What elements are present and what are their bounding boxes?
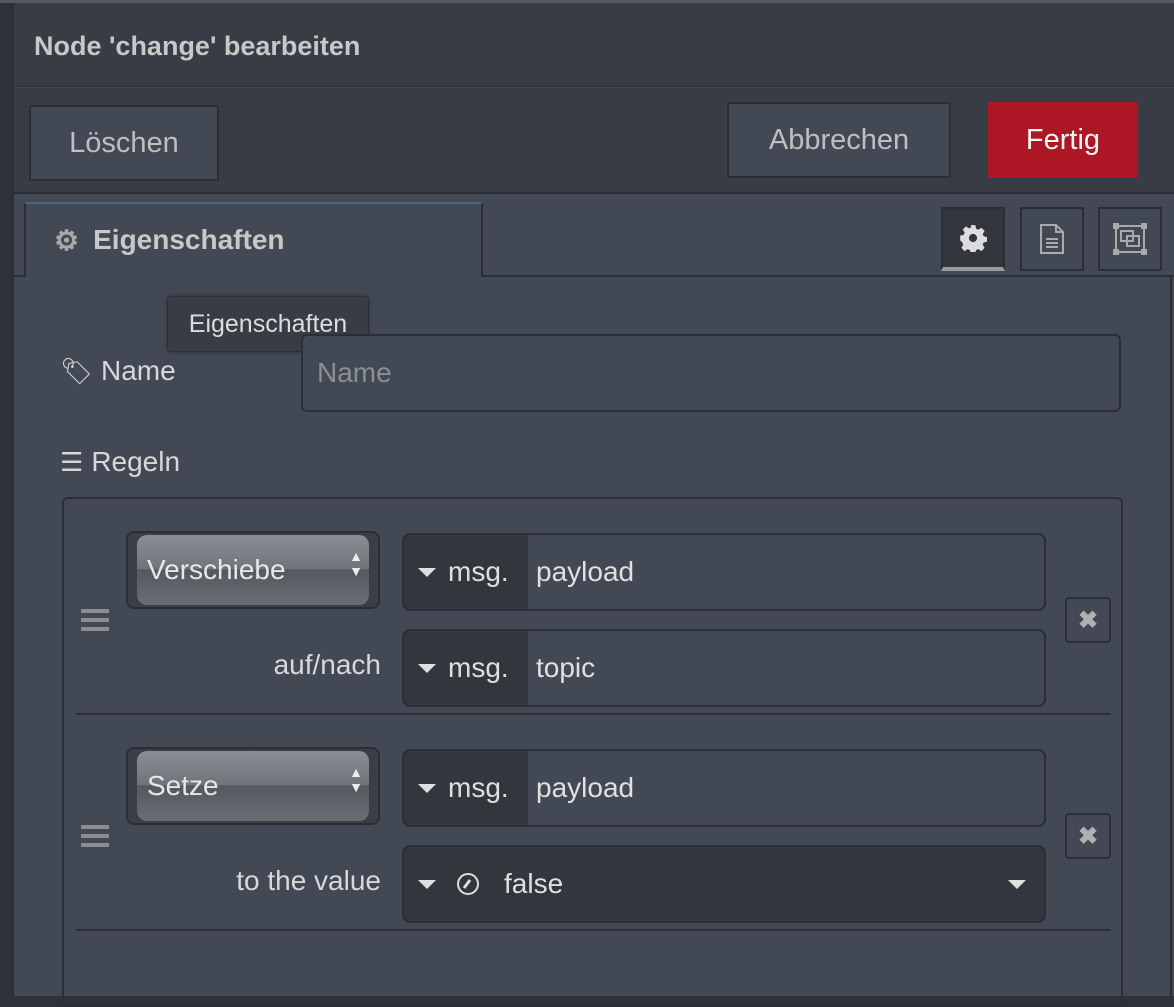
gear-icon: [960, 225, 987, 252]
drag-handle-icon[interactable]: [81, 825, 109, 847]
rule-target-input[interactable]: msg. payload: [402, 749, 1046, 827]
to-value: false: [504, 868, 564, 899]
updown-arrows-icon: ▲ ▼: [349, 548, 363, 579]
rule-value-select[interactable]: false: [402, 845, 1046, 923]
name-input[interactable]: Name: [301, 334, 1121, 412]
rule-action-value: Verschiebe: [147, 554, 286, 585]
tab-properties[interactable]: ⚙ Eigenschaften: [24, 202, 483, 276]
close-icon: ✖: [1077, 606, 1099, 634]
tray-header: Node 'change' bearbeiten: [14, 3, 1174, 87]
name-label-text: Name: [101, 355, 176, 386]
caret-down-icon: [418, 663, 436, 673]
to-label: auf/nach: [273, 649, 381, 680]
rules-label-text: Regeln: [91, 446, 181, 477]
remove-rule-button[interactable]: ✖: [1065, 813, 1111, 859]
close-icon: ✖: [1077, 822, 1099, 850]
type-prefix: msg.: [448, 772, 509, 803]
type-selector[interactable]: msg.: [404, 751, 528, 825]
caret-down-icon: [1008, 879, 1026, 889]
name-label: 🏷︎ Name: [60, 355, 176, 387]
rule-item: Setze ▲ ▼ msg. payload to the value false …: [76, 715, 1111, 931]
type-selector[interactable]: msg.: [404, 535, 528, 609]
remove-rule-button[interactable]: ✖: [1065, 597, 1111, 643]
rule-action-select[interactable]: Verschiebe ▲ ▼: [126, 531, 380, 609]
tab-divider: [14, 275, 1174, 277]
appearance-tab-button[interactable]: [1098, 207, 1162, 271]
to-value: topic: [536, 652, 596, 683]
gear-icon: ⚙: [54, 224, 80, 256]
delete-button[interactable]: Löschen: [29, 105, 219, 181]
tray-toolbar: Löschen Abbrechen Fertig: [14, 88, 1174, 194]
frame-icon: [1113, 223, 1147, 255]
type-prefix: msg.: [448, 652, 509, 683]
tab-properties-label: Eigenschaften: [93, 224, 285, 255]
rules-label: ☰ Regeln: [60, 446, 180, 478]
caret-down-icon: [418, 879, 436, 889]
type-selector[interactable]: [404, 872, 504, 896]
type-selector[interactable]: msg.: [404, 631, 528, 705]
list-icon: ☰: [60, 446, 84, 477]
to-label: to the value: [236, 865, 381, 896]
rule-action-select[interactable]: Setze ▲ ▼: [126, 747, 380, 825]
scroll-edge: [1170, 277, 1172, 997]
target-value: payload: [536, 556, 635, 587]
done-button[interactable]: Fertig: [988, 102, 1138, 178]
boolean-icon: [457, 873, 479, 895]
dialog-title: Node 'change' bearbeiten: [34, 31, 361, 61]
drag-handle-icon[interactable]: [81, 609, 109, 631]
updown-arrows-icon: ▲ ▼: [349, 764, 363, 795]
edit-tray: Node 'change' bearbeiten Löschen Abbrech…: [13, 3, 1174, 1007]
rules-list: Verschiebe ▲ ▼ msg. payload auf/nach msg. …: [62, 497, 1123, 1007]
rule-target-input[interactable]: msg. payload: [402, 533, 1046, 611]
type-prefix: msg.: [448, 556, 509, 587]
name-placeholder: Name: [317, 357, 392, 388]
rule-action-value: Setze: [147, 770, 219, 801]
properties-tab-button[interactable]: [941, 207, 1005, 271]
file-text-icon: [1040, 224, 1064, 254]
tag-icon: 🏷︎: [60, 355, 94, 386]
target-value: payload: [536, 772, 635, 803]
caret-down-icon: [418, 567, 436, 577]
rule-to-input[interactable]: msg. topic: [402, 629, 1046, 707]
cancel-button[interactable]: Abbrechen: [727, 102, 951, 178]
caret-down-icon: [418, 783, 436, 793]
description-tab-button[interactable]: [1020, 207, 1084, 271]
rule-item: Verschiebe ▲ ▼ msg. payload auf/nach msg. …: [76, 499, 1111, 715]
